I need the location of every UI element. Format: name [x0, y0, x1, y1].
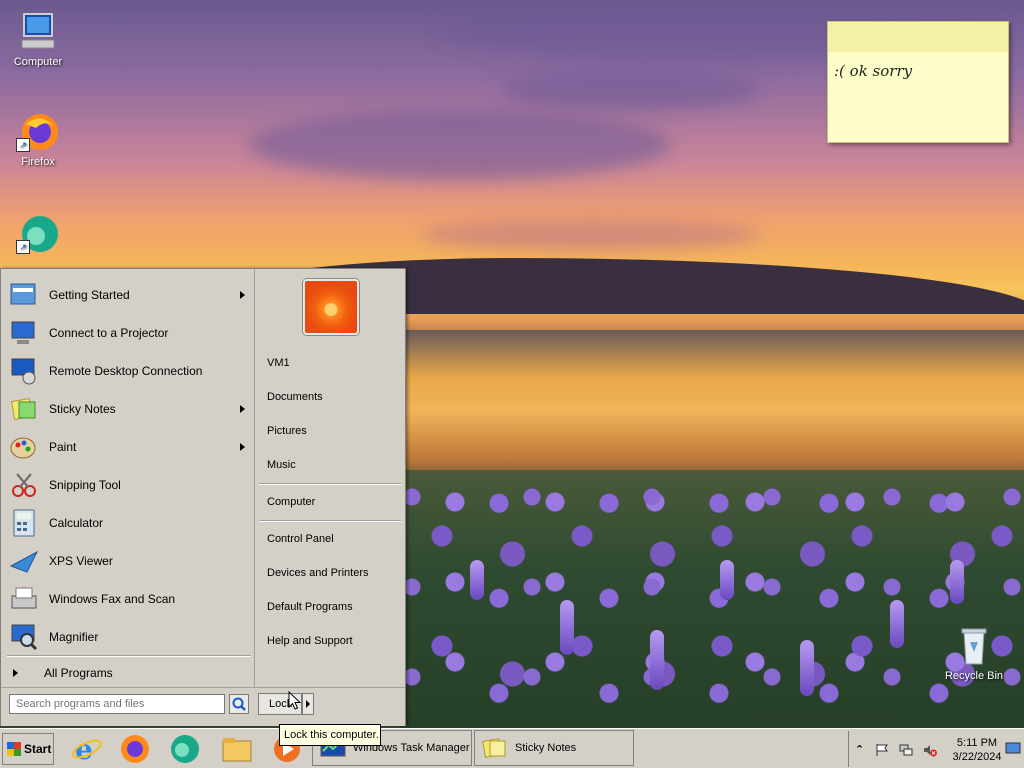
shortcut-arrow-icon: ↗ [16, 138, 30, 152]
quick-launch-explorer[interactable] [220, 732, 254, 766]
show-hidden-icons-icon[interactable]: ⌃ [855, 743, 869, 757]
quick-launch-ie[interactable]: e [70, 732, 104, 766]
magnifier-icon [9, 622, 39, 652]
places-help-support[interactable]: Help and Support [267, 635, 353, 647]
desktop-icon-edge[interactable]: ↗ [3, 212, 73, 258]
program-calculator[interactable]: Calculator [9, 505, 251, 541]
all-programs-button[interactable]: All Programs [9, 661, 249, 685]
submenu-arrow-icon [240, 443, 245, 451]
start-button[interactable]: Start [2, 733, 54, 765]
desktop-icon-label: Firefox [21, 156, 55, 168]
submenu-arrow-icon [240, 291, 245, 299]
shortcut-arrow-icon: ↗ [16, 240, 30, 254]
remote-desktop-icon [9, 356, 39, 386]
computer-icon [16, 10, 60, 54]
places-default-programs[interactable]: Default Programs [267, 601, 353, 613]
task-sticky-notes[interactable]: Sticky Notes [474, 730, 634, 766]
mouse-pointer-icon [288, 691, 302, 710]
desktop-icon-recycle-bin[interactable]: Recycle Bin [939, 624, 1009, 682]
places-control-panel[interactable]: Control Panel [267, 533, 334, 545]
paint-icon [9, 432, 39, 462]
search-input[interactable] [9, 694, 225, 714]
program-magnifier[interactable]: Magnifier [9, 619, 251, 655]
desktop-icon-computer[interactable]: Computer [3, 10, 73, 68]
quick-launch-edge[interactable] [168, 732, 202, 766]
clock-time: 5:11 PM [956, 737, 998, 749]
recycle-bin-icon [952, 624, 996, 668]
windows-logo-icon [7, 742, 21, 756]
program-xps-viewer[interactable]: XPS Viewer [9, 543, 251, 579]
program-remote-desktop[interactable]: Remote Desktop Connection [9, 353, 251, 389]
places-pictures[interactable]: Pictures [267, 425, 307, 437]
show-desktop-icon[interactable] [1005, 741, 1021, 755]
places-devices-printers[interactable]: Devices and Printers [267, 567, 369, 579]
system-tray: ⌃ 5:11 PM 3/22/2024 [848, 731, 1024, 767]
submenu-arrow-icon [240, 405, 245, 413]
all-programs-label: All Programs [44, 666, 113, 680]
program-snipping-tool[interactable]: Snipping Tool [9, 467, 251, 503]
desktop-icon-label: Recycle Bin [944, 670, 1004, 682]
quick-launch-firefox[interactable] [118, 732, 152, 766]
places-computer[interactable]: Computer [267, 496, 315, 508]
all-programs-separator [7, 655, 251, 657]
places-music[interactable]: Music [267, 459, 296, 471]
start-menu: Getting Started Connect to a Projector R… [0, 268, 406, 726]
fax-icon [9, 584, 39, 614]
svg-text:e: e [75, 733, 93, 766]
lock-tooltip: Lock this computer. [279, 724, 381, 746]
projector-icon [9, 318, 39, 348]
places-separator [259, 483, 401, 485]
clock-date: 3/22/2024 [952, 751, 1002, 763]
sticky-note-header[interactable] [828, 22, 1008, 52]
program-paint[interactable]: Paint [9, 429, 251, 465]
sticky-note[interactable]: :( ok sorry [827, 21, 1009, 143]
search-button[interactable] [229, 694, 249, 714]
firefox-icon: ↗ [16, 110, 60, 154]
edge-icon: ↗ [16, 212, 60, 256]
start-menu-programs: Getting Started Connect to a Projector R… [3, 271, 253, 655]
start-menu-footer: Lock [1, 687, 405, 726]
edge-icon [171, 735, 199, 763]
program-connect-projector[interactable]: Connect to a Projector [9, 315, 251, 351]
lake [400, 330, 1024, 490]
user-avatar[interactable] [303, 279, 359, 335]
search-icon [232, 697, 246, 711]
sticky-note-text[interactable]: :( ok sorry [834, 62, 912, 80]
start-menu-places: VM1 Documents Pictures Music Computer Co… [254, 269, 404, 687]
shutdown-options-arrow[interactable] [302, 693, 314, 715]
places-separator [259, 520, 401, 522]
desktop-icon-firefox[interactable]: ↗ Firefox [3, 110, 73, 168]
snipping-tool-icon [9, 470, 39, 500]
program-fax-scan[interactable]: Windows Fax and Scan [9, 581, 251, 617]
sticky-notes-icon [9, 394, 39, 424]
program-sticky-notes[interactable]: Sticky Notes [9, 391, 251, 427]
places-documents[interactable]: Documents [267, 391, 323, 403]
desktop-icon-label: Computer [13, 56, 63, 68]
action-center-flag-icon[interactable] [875, 743, 889, 757]
clock[interactable]: 5:11 PM 3/22/2024 [949, 736, 1005, 764]
getting-started-icon [9, 280, 39, 310]
ie-icon: e [72, 733, 102, 766]
network-icon[interactable] [899, 743, 913, 757]
program-getting-started[interactable]: Getting Started [9, 277, 251, 313]
xps-viewer-icon [9, 546, 39, 576]
taskbar: Start e Windows Task Manager Sticky Note… [0, 728, 1024, 768]
calculator-icon [9, 508, 39, 538]
all-programs-arrow-icon [13, 669, 18, 677]
explorer-icon [222, 738, 252, 762]
sticky-notes-icon [481, 735, 509, 761]
volume-muted-icon[interactable] [923, 743, 937, 757]
flower-meadow [400, 470, 1024, 728]
places-user[interactable]: VM1 [267, 357, 290, 369]
firefox-icon [121, 735, 149, 763]
